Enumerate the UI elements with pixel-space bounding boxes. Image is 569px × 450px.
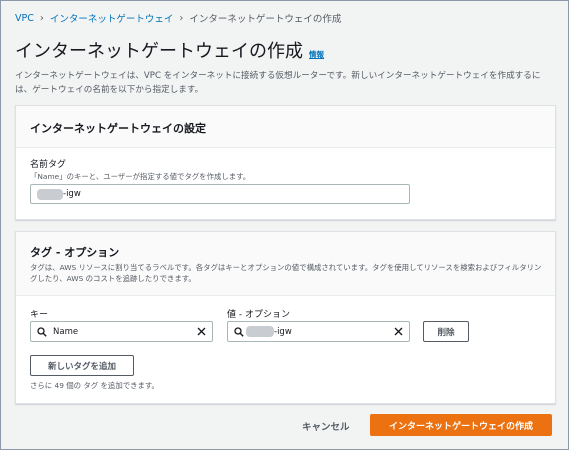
tag-key-input[interactable]: Name [30,321,213,342]
igw-settings-panel: インターネットゲートウェイの設定 名前タグ 「Name」のキーと、ユーザーが指定… [15,105,556,220]
remove-tag-button[interactable]: 削除 [423,321,469,342]
breadcrumb-current: インターネットゲートウェイの作成 [189,14,342,25]
create-igw-button[interactable]: インターネットゲートウェイの作成 [370,414,552,436]
cancel-button[interactable]: キャンセル [302,419,350,433]
tags-panel-header: タグ - オプション タグは、AWS リソースに割り当てるラベルです。各タグはキ… [16,232,555,296]
chevron-right-icon: › [39,12,44,24]
redacted-value [246,326,274,337]
create-igw-page: VPC › インターネットゲートウェイ › インターネットゲートウェイの作成 イ… [0,0,569,450]
tag-key-label: キー [30,310,49,320]
page-title-text: インターネットゲートウェイの作成 [15,41,303,62]
add-tag-button[interactable]: 新しいタグを追加 [30,355,134,376]
info-link[interactable]: 情報 [309,49,324,60]
page-title: インターネットゲートウェイの作成 情報 [15,37,324,63]
tag-value-input[interactable]: -igw [227,321,410,342]
close-icon[interactable] [394,327,403,336]
breadcrumb: VPC › インターネットゲートウェイ › インターネットゲートウェイの作成 [15,11,342,26]
igw-settings-header: インターネットゲートウェイの設定 [16,106,555,148]
tags-panel-title: タグ - オプション [30,246,120,259]
name-tag-value: -igw [63,189,81,199]
page-description: インターネットゲートウェイは、VPC をインターネットに接続する仮想ルーターです… [15,71,541,95]
breadcrumb-internet-gateways[interactable]: インターネットゲートウェイ [50,11,174,25]
igw-settings-title: インターネットゲートウェイの設定 [30,122,206,135]
breadcrumb-vpc[interactable]: VPC [15,13,34,24]
close-icon[interactable] [197,327,206,336]
name-tag-label: 名前タグ [30,160,67,170]
search-icon [234,326,244,337]
tag-key-value: Name [53,326,79,337]
redacted-value [37,188,63,200]
tag-value-label: 値 - オプション [227,310,290,320]
name-tag-input[interactable]: -igw [30,184,410,204]
name-tag-hint: 「Name」のキーと、ユーザーが指定する値でタグを作成します。 [30,172,251,181]
tags-panel: タグ - オプション タグは、AWS リソースに割り当てるラベルです。各タグはキ… [15,231,556,404]
chevron-right-icon: › [179,12,184,24]
search-icon [37,326,47,337]
tag-limit-hint: さらに 49 個の タグ を追加できます。 [30,381,159,390]
tags-panel-description: タグは、AWS リソースに割り当てるラベルです。各タグはキーとオプションの値で構… [30,263,542,283]
tag-value-value: -igw [274,326,292,337]
